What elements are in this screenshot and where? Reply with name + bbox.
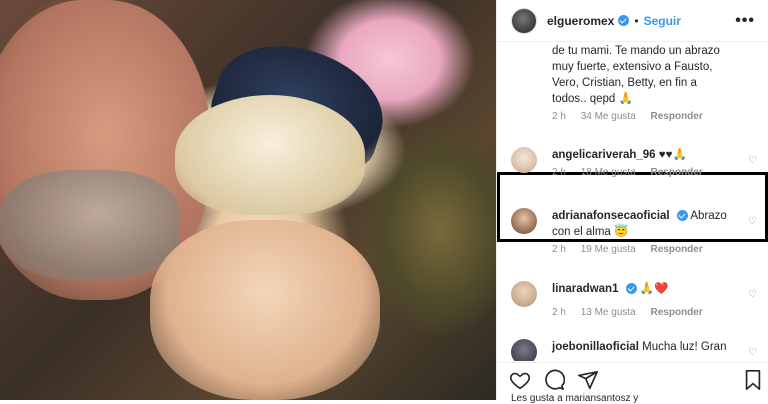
verified-icon — [676, 210, 688, 222]
comment-likes[interactable]: 34 Me gusta — [581, 111, 636, 122]
comment-likes[interactable]: 19 Me gusta — [581, 244, 636, 255]
separator-dot: • — [634, 13, 639, 28]
reply-button[interactable]: Responder — [651, 167, 703, 178]
comment-item: angelicariverah_96 ♥♥🙏 2 h 18 Me gusta R… — [511, 147, 761, 178]
comment-text: adrianafonsecaoficial Abrazo con el alma… — [552, 208, 761, 240]
comments-list[interactable]: de tu mami. Te mando un abrazo muy fuert… — [497, 43, 768, 361]
comment-content-line2: con el alma 😇 — [552, 226, 629, 238]
comment-time[interactable]: 2 h — [552, 244, 566, 255]
commenter-username[interactable]: joebonillaoficial — [552, 341, 639, 353]
comment-time[interactable]: 2 h — [552, 167, 566, 178]
commenter-username[interactable]: linaradwan1 — [552, 283, 618, 295]
verified-icon — [625, 283, 637, 295]
comment-icon[interactable] — [543, 369, 565, 391]
post-header: elgueromex • Seguir ••• — [497, 0, 768, 42]
post-photo[interactable] — [0, 0, 496, 400]
comment-text: linaradwan1 🙏❤️ — [552, 281, 761, 297]
comment-content: 🙏❤️ — [639, 283, 669, 295]
commenter-username[interactable]: angelicariverah_96 — [552, 149, 656, 161]
reply-button[interactable]: Responder — [651, 111, 703, 122]
comment-meta: 2 h 13 Me gusta Responder — [552, 307, 761, 318]
comment-text: angelicariverah_96 ♥♥🙏 — [552, 147, 761, 163]
comment-text-line: todos.. qepd 🙏 — [552, 93, 633, 105]
photo-woman-hair — [175, 95, 365, 215]
comment-text: de tu mami. Te mando un abrazo muy fuert… — [552, 43, 761, 107]
comment-text-line: Vero, Cristian, Betty, en fin a — [552, 77, 697, 89]
comment-text-line: de tu mami. Te mando un abrazo — [552, 45, 720, 57]
comment-text: joebonillaoficial Mucha luz! Gran — [552, 339, 761, 355]
author-username[interactable]: elgueromex — [547, 14, 614, 28]
comment-item: joebonillaoficial Mucha luz! Gran ♡ — [511, 339, 761, 361]
commenter-avatar[interactable] — [511, 208, 537, 234]
heart-icon[interactable] — [509, 369, 531, 391]
comment-meta: 2 h 18 Me gusta Responder — [552, 167, 761, 178]
likes-summary[interactable]: Les gusta a mariansantosz y — [511, 393, 638, 404]
comments-panel: elgueromex • Seguir ••• de tu mami. Te m… — [496, 0, 768, 404]
comment-content: Mucha luz! Gran — [642, 341, 727, 353]
comment-likes[interactable]: 13 Me gusta — [581, 307, 636, 318]
more-options-icon[interactable]: ••• — [735, 12, 755, 30]
like-comment-heart-icon[interactable]: ♡ — [748, 155, 757, 166]
comment-text-line: muy fuerte, extensivo a Fausto, — [552, 61, 713, 73]
photo-woman-face — [150, 220, 380, 400]
commenter-avatar[interactable] — [511, 281, 537, 307]
comment-content: Abrazo — [690, 210, 727, 222]
like-comment-heart-icon[interactable]: ♡ — [748, 216, 757, 227]
comment-item: de tu mami. Te mando un abrazo muy fuert… — [511, 43, 761, 122]
reply-button[interactable]: Responder — [651, 307, 703, 318]
comment-likes[interactable]: 18 Me gusta — [581, 167, 636, 178]
photo-man-beard — [0, 170, 180, 280]
commenter-username[interactable]: adrianafonsecaoficial — [552, 210, 670, 222]
commenter-avatar[interactable] — [511, 147, 537, 173]
comment-meta: 2 h 34 Me gusta Responder — [552, 111, 761, 122]
follow-button[interactable]: Seguir — [644, 14, 681, 28]
like-comment-heart-icon[interactable]: ♡ — [748, 289, 757, 300]
commenter-avatar[interactable] — [511, 339, 537, 361]
comment-content: ♥♥🙏 — [658, 149, 687, 161]
verified-icon — [618, 15, 630, 26]
author-avatar[interactable] — [511, 7, 537, 34]
bookmark-icon[interactable] — [743, 369, 763, 391]
share-icon[interactable] — [577, 369, 599, 391]
comment-item: linaradwan1 🙏❤️ 2 h 13 Me gusta Responde… — [511, 281, 761, 318]
like-comment-heart-icon[interactable]: ♡ — [748, 347, 757, 358]
comment-meta: 2 h 19 Me gusta Responder — [552, 244, 761, 255]
comment-time[interactable]: 2 h — [552, 307, 566, 318]
comment-item: adrianafonsecaoficial Abrazo con el alma… — [511, 208, 761, 255]
comment-time[interactable]: 2 h — [552, 111, 566, 122]
reply-button[interactable]: Responder — [651, 244, 703, 255]
